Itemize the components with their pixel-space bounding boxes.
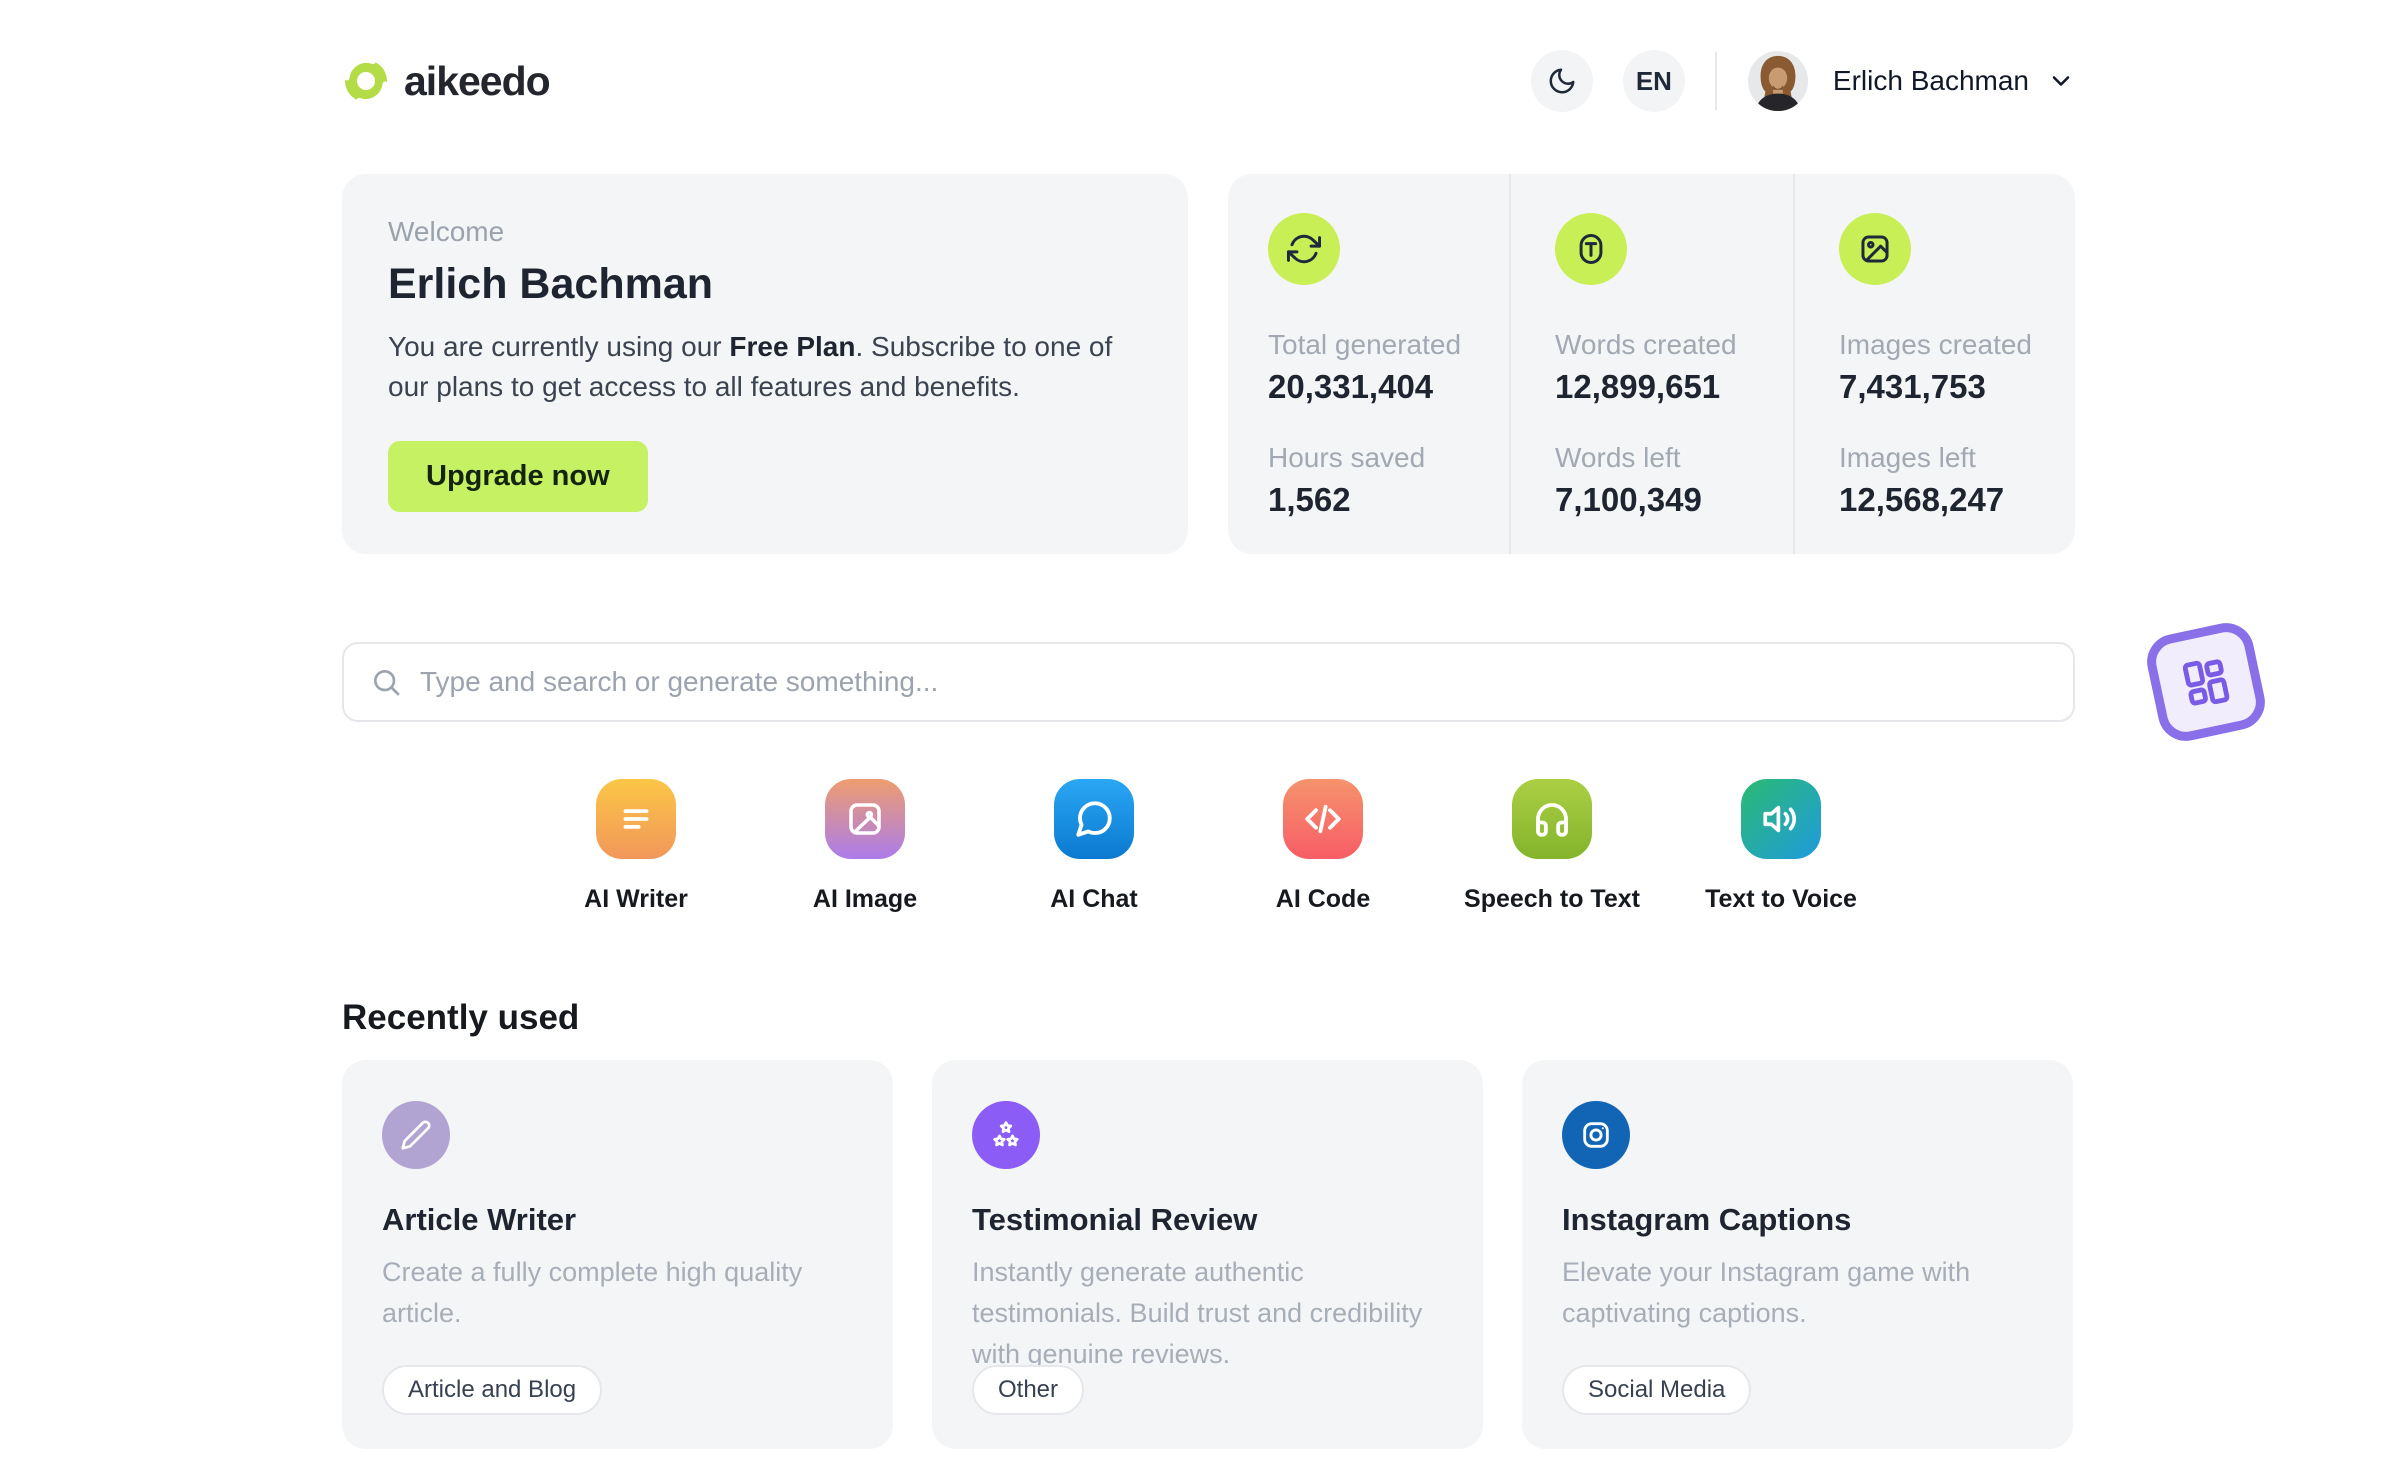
- stat-column-generated: Total generated 20,331,404 Hours saved 1…: [1228, 174, 1509, 554]
- image-icon: [1839, 213, 1911, 285]
- tools-row: AI Writer AI Image AI Chat AI Code Speec…: [342, 779, 2075, 914]
- tool-label: AI Chat: [1050, 885, 1138, 913]
- tool-ai-image[interactable]: AI Image: [813, 779, 917, 914]
- search-input[interactable]: [420, 666, 2047, 698]
- header-divider: [1714, 52, 1717, 110]
- tool-label: AI Code: [1275, 885, 1371, 913]
- stat-label: Images left: [1839, 442, 1976, 473]
- dark-mode-toggle[interactable]: [1530, 50, 1593, 112]
- tool-text-to-voice[interactable]: Text to Voice: [1705, 779, 1857, 914]
- moon-icon: [1547, 66, 1577, 96]
- apps-grid-badge[interactable]: [2141, 617, 2271, 747]
- stat-column-images: Images created 7,431,753 Images left 12,…: [1793, 174, 2075, 554]
- instagram-icon: [1562, 1101, 1630, 1169]
- card-title: Instagram Captions: [1562, 1202, 1852, 1237]
- user-menu[interactable]: Erlich Bachman: [1747, 50, 2075, 112]
- language-label: EN: [1635, 65, 1672, 96]
- logo-text: aikeedo: [404, 57, 551, 104]
- stat-value: 7,431,753: [1839, 368, 1986, 405]
- usage-stats-card: Total generated 20,331,404 Hours saved 1…: [1228, 174, 2075, 554]
- plan-description: You are currently using our Free Plan. S…: [388, 331, 1113, 402]
- tool-label: AI Image: [812, 885, 918, 913]
- stat-label: Images created: [1839, 329, 2032, 360]
- tool-ai-chat[interactable]: AI Chat: [1050, 779, 1138, 914]
- card-description: Instantly generate authentic testimonial…: [972, 1257, 1423, 1369]
- card-description: Elevate your Instagram game with captiva…: [1562, 1257, 1971, 1328]
- headphones-icon: [1512, 779, 1592, 859]
- sync-icon: [1268, 213, 1340, 285]
- welcome-card: Welcome Erlich Bachman You are currently…: [342, 174, 1188, 554]
- welcome-user-name: Erlich Bachman: [388, 260, 713, 308]
- card-title: Testimonial Review: [972, 1202, 1258, 1237]
- speaker-icon: [1741, 779, 1821, 859]
- stars-icon: [972, 1101, 1040, 1169]
- tool-ai-code[interactable]: AI Code: [1276, 779, 1370, 914]
- chat-bubble-icon: [1054, 779, 1134, 859]
- language-button[interactable]: EN: [1622, 50, 1685, 112]
- stat-value: 12,568,247: [1839, 481, 2005, 518]
- search-icon: [370, 666, 402, 698]
- stat-value: 12,899,651: [1555, 368, 1721, 405]
- tool-ai-writer[interactable]: AI Writer: [584, 779, 688, 914]
- tool-speech-to-text[interactable]: Speech to Text: [1464, 779, 1640, 914]
- recent-card-instagram-captions[interactable]: Instagram Captions Elevate your Instagra…: [1522, 1060, 2073, 1449]
- tool-label: Text to Voice: [1705, 885, 1857, 913]
- text-icon: [1555, 213, 1627, 285]
- user-name: Erlich Bachman: [1832, 65, 2029, 96]
- text-lines-icon: [596, 779, 676, 859]
- card-description: Create a fully complete high quality art…: [382, 1257, 803, 1328]
- pencil-icon: [382, 1101, 450, 1169]
- logo[interactable]: aikeedo: [342, 57, 551, 105]
- card-title: Article Writer: [382, 1202, 577, 1237]
- stat-value: 7,100,349: [1555, 481, 1702, 518]
- header: aikeedo EN Erlich Bachman: [342, 40, 2075, 122]
- tool-label: Speech to Text: [1464, 885, 1640, 913]
- stat-label: Hours saved: [1268, 442, 1426, 473]
- stat-value: 1,562: [1268, 481, 1351, 518]
- stat-label: Total generated: [1268, 329, 1462, 360]
- card-tag: Article and Blog: [382, 1365, 603, 1415]
- recent-card-article-writer[interactable]: Article Writer Create a fully complete h…: [342, 1060, 893, 1449]
- photo-icon: [825, 779, 905, 859]
- stat-label: Words created: [1555, 329, 1737, 360]
- card-tag: Social Media: [1562, 1365, 1752, 1415]
- recent-card-testimonial-review[interactable]: Testimonial Review Instantly generate au…: [932, 1060, 1483, 1449]
- header-actions: EN Erlich Bachman: [1530, 50, 2075, 112]
- plan-name: Free Plan: [729, 331, 856, 362]
- welcome-eyebrow: Welcome: [388, 216, 505, 247]
- dashboard-page: aikeedo EN Erlich Bachman Welcome Erlich…: [0, 0, 2400, 1480]
- stat-column-words: Words created 12,899,651 Words left 7,10…: [1509, 174, 1793, 554]
- card-tag: Other: [972, 1365, 1085, 1415]
- code-icon: [1283, 779, 1363, 859]
- chevron-down-icon: [2047, 67, 2075, 95]
- tool-label: AI Writer: [584, 885, 688, 913]
- apps-grid-icon: [2169, 645, 2243, 719]
- logo-icon: [342, 57, 390, 105]
- stat-value: 20,331,404: [1268, 368, 1434, 405]
- avatar: [1747, 50, 1809, 112]
- upgrade-button[interactable]: Upgrade now: [388, 441, 648, 512]
- recently-used-heading: Recently used: [342, 998, 580, 1037]
- search-bar: [342, 642, 2075, 722]
- stat-label: Words left: [1555, 442, 1681, 473]
